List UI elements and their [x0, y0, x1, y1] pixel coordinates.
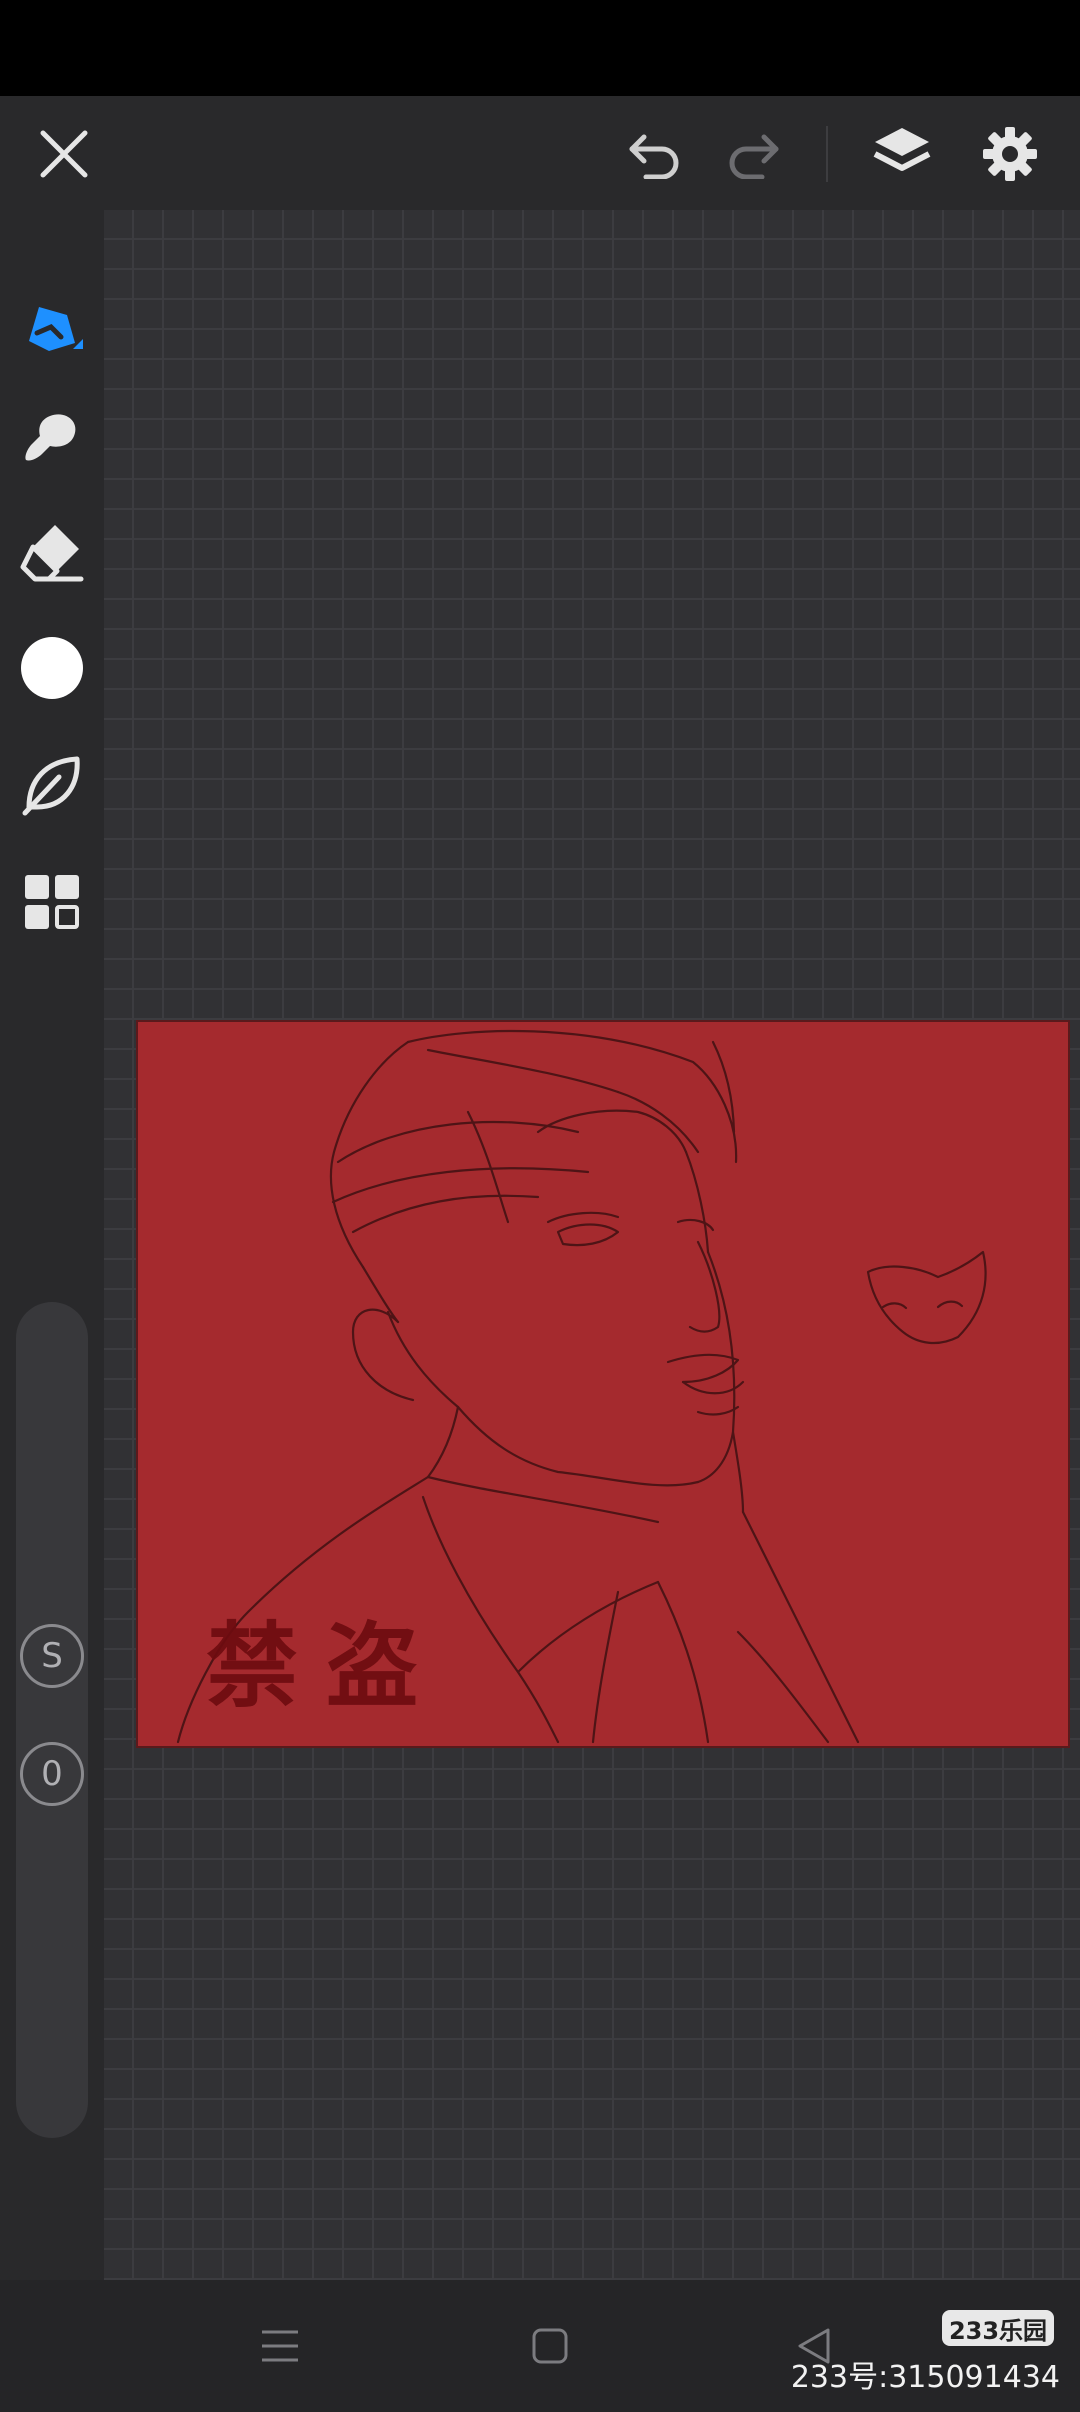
watermark-text: 禁盗 — [206, 1612, 447, 1720]
redo-icon — [729, 134, 779, 179]
brush-slider-track[interactable]: S 0 — [16, 1302, 88, 2138]
leaf-icon — [22, 756, 80, 816]
smudge-tool-button[interactable] — [12, 744, 92, 824]
redo-button[interactable] — [712, 114, 792, 194]
undo-icon — [629, 134, 679, 179]
home-icon — [532, 2328, 568, 2364]
color-picker-button[interactable] — [12, 628, 92, 708]
pen-tool-button[interactable] — [12, 286, 92, 366]
undo-button[interactable] — [616, 114, 696, 194]
user-id-overlay: 233号:315091434 — [790, 2360, 1060, 2395]
app-logo-badge: 233乐园 — [942, 2310, 1054, 2346]
toolbar-divider — [826, 126, 828, 182]
gear-icon — [983, 127, 1037, 181]
recent-apps-button[interactable] — [240, 2316, 320, 2376]
menu-icon — [262, 2330, 298, 2362]
brush-icon — [25, 414, 76, 461]
eraser-icon — [20, 525, 84, 582]
opacity-slider-thumb[interactable]: 0 — [20, 1742, 84, 1806]
top-toolbar — [0, 96, 1080, 210]
pen-icon — [29, 307, 83, 351]
artwork-canvas[interactable]: 禁盗 — [138, 1022, 1068, 1746]
eraser-tool-button[interactable] — [12, 512, 92, 592]
brush-tool-button[interactable] — [12, 398, 92, 478]
status-bar — [0, 0, 1080, 96]
home-button[interactable] — [510, 2316, 590, 2376]
color-swatch — [21, 637, 83, 699]
more-tools-button[interactable] — [12, 862, 92, 942]
close-button[interactable] — [24, 114, 104, 194]
settings-button[interactable] — [970, 114, 1050, 194]
size-slider-thumb[interactable]: S — [20, 1624, 84, 1688]
layers-icon — [873, 128, 931, 171]
opacity-slider-label: 0 — [41, 1754, 63, 1794]
size-slider-label: S — [41, 1636, 63, 1676]
layers-button[interactable] — [862, 114, 942, 194]
close-icon — [40, 130, 88, 178]
grid-icon — [25, 875, 79, 929]
